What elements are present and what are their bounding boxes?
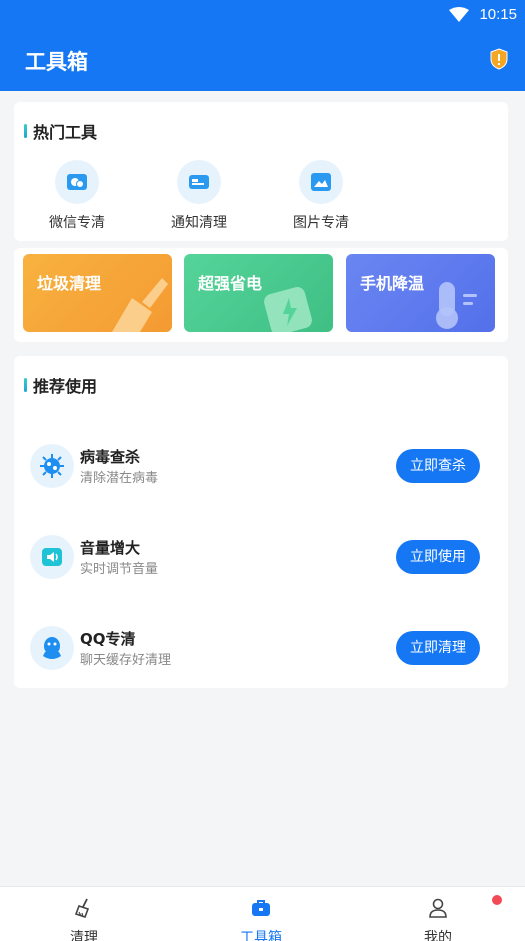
rec-subtitle: 清除潜在病毒 <box>80 471 159 486</box>
hot-tool-label: 图片专清 <box>293 215 349 231</box>
nav-item-profile[interactable]: 我的 <box>388 897 488 941</box>
hot-tool-icon-bg <box>55 160 99 204</box>
section-accent-bar <box>24 378 27 392</box>
rec-title: 病毒查杀 <box>80 448 141 466</box>
hot-tool-icon-bg <box>177 160 221 204</box>
bottom-nav: 清理 工具箱 我的 <box>0 886 525 941</box>
clean-now-button[interactable]: 立即清理 <box>396 631 480 665</box>
recommend-item-volume-boost: 音量增大 实时调节音量 立即使用 <box>30 527 492 587</box>
hot-tool-notification-clean[interactable]: 通知清理 <box>154 160 244 232</box>
app-bar: 10:15 工具箱 <box>0 0 525 91</box>
shield-icon[interactable] <box>489 48 509 70</box>
hot-tools-card: 热门工具 微信专清 通知清理 图片专清 <box>14 102 508 241</box>
profile-icon <box>429 898 447 918</box>
nav-label: 清理 <box>70 930 98 941</box>
section-accent-bar <box>24 124 27 138</box>
rec-title: 音量增大 <box>80 539 141 557</box>
nav-label: 我的 <box>424 930 452 941</box>
thermometer-icon <box>436 282 477 329</box>
wifi-icon <box>449 7 469 22</box>
qq-icon <box>43 637 61 659</box>
status-bar: 10:15 <box>0 0 525 32</box>
hot-tool-label: 微信专清 <box>49 215 105 231</box>
recommend-item-virus-scan: 病毒查杀 清除潜在病毒 立即查杀 <box>30 436 492 496</box>
status-time: 10:15 <box>479 6 517 23</box>
rec-icon-bg <box>30 626 74 670</box>
broom-icon <box>112 278 168 332</box>
promo-cooling[interactable]: 手机降温 <box>346 254 495 332</box>
broom-icon <box>74 898 90 919</box>
rec-icon-bg <box>30 444 74 488</box>
recommend-title: 推荐使用 <box>33 377 98 396</box>
recommend-item-qq-clean: QQ专清 聊天缓存好清理 立即清理 <box>30 618 492 678</box>
page-title: 工具箱 <box>25 50 88 74</box>
nav-item-toolbox[interactable]: 工具箱 <box>211 897 311 941</box>
notification-dot <box>492 895 502 905</box>
image-clean-icon <box>311 173 331 191</box>
battery-save-icon <box>264 287 312 332</box>
toolbox-icon <box>252 900 270 916</box>
rec-subtitle: 实时调节音量 <box>80 562 159 577</box>
use-now-button[interactable]: 立即使用 <box>396 540 480 574</box>
hot-tool-image-clean[interactable]: 图片专清 <box>276 160 366 232</box>
rec-title: QQ专清 <box>80 630 136 648</box>
hot-tools-title: 热门工具 <box>33 123 98 142</box>
promo-junk-clean[interactable]: 垃圾清理 <box>23 254 172 332</box>
hot-tools-header: 热门工具 <box>24 120 97 142</box>
virus-icon <box>40 454 64 478</box>
promo-power-save[interactable]: 超强省电 <box>184 254 333 332</box>
scan-now-button[interactable]: 立即查杀 <box>396 449 480 483</box>
volume-icon <box>42 548 62 566</box>
recommend-card: 推荐使用 病毒查杀 清除潜在病毒 立即查杀 音量增大 实时调节音量 立即使用 Q… <box>14 356 508 688</box>
wechat-clean-icon <box>67 174 87 190</box>
hot-tool-icon-bg <box>299 160 343 204</box>
hot-tool-wechat-clean[interactable]: 微信专清 <box>32 160 122 232</box>
nav-label: 工具箱 <box>240 930 282 941</box>
recommend-header: 推荐使用 <box>24 374 97 396</box>
nav-item-clean[interactable]: 清理 <box>34 897 134 941</box>
notification-clean-icon <box>189 175 209 189</box>
hot-tool-label: 通知清理 <box>171 215 227 231</box>
rec-subtitle: 聊天缓存好清理 <box>80 653 172 668</box>
rec-icon-bg <box>30 535 74 579</box>
